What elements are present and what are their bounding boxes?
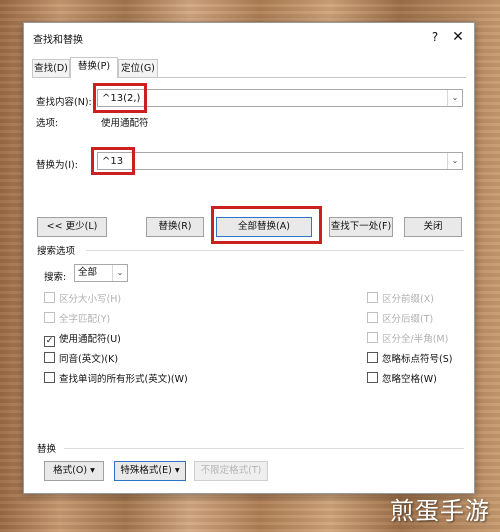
title-bar: 查找和替换 ? ✕ <box>24 23 474 51</box>
tab-find[interactable]: 查找(D) <box>32 59 70 77</box>
watermark-logo: 煎蛋手游 <box>390 497 490 525</box>
replace-dropdown-icon[interactable]: ⌄ <box>447 153 462 169</box>
search-options-title: 搜索选项 <box>37 246 76 257</box>
options-label: 选项: <box>36 118 59 129</box>
checkbox-box[interactable] <box>367 332 378 343</box>
checkbox-box[interactable] <box>44 312 55 323</box>
checkbox-box[interactable] <box>367 292 378 303</box>
checkbox-whole-word[interactable]: 全字匹配(Y) <box>44 311 110 325</box>
checkbox-box[interactable] <box>367 352 378 363</box>
search-direction-select[interactable]: 全部 ⌄ <box>74 264 128 282</box>
search-direction-value: 全部 <box>78 267 98 278</box>
checkbox-match-prefix[interactable]: 区分前缀(X) <box>367 291 434 305</box>
dialog-title: 查找和替换 <box>33 35 83 46</box>
checkbox-label: 全字匹配(Y) <box>59 314 111 325</box>
checkbox-box[interactable] <box>44 372 55 383</box>
checkbox-box[interactable] <box>44 292 55 303</box>
checkbox-box[interactable] <box>367 312 378 323</box>
find-input-value: ^13(2,) <box>102 93 141 104</box>
checkbox-match-width[interactable]: 区分全/半角(M) <box>367 331 448 345</box>
checkbox-label: 忽略标点符号(S) <box>382 354 453 365</box>
checkbox-label: 区分大小写(H) <box>59 294 122 305</box>
checkbox-match-case[interactable]: 区分大小写(H) <box>44 291 121 305</box>
tab-replace[interactable]: 替换(P) <box>70 57 118 78</box>
find-label: 查找内容(N): <box>36 97 92 108</box>
checkmark-icon[interactable]: ✓ <box>44 336 55 347</box>
find-input[interactable]: ^13(2,) ⌄ <box>97 89 463 107</box>
checkbox-label: 同音(英文)(K) <box>59 354 119 365</box>
checkbox-wildcards[interactable]: ✓ 使用通配符(U) <box>44 331 121 347</box>
replace-label: 替换为(I): <box>36 160 78 171</box>
replace-section-divider <box>64 448 464 449</box>
checkbox-label: 区分后缀(T) <box>382 314 434 325</box>
tab-goto[interactable]: 定位(G) <box>118 59 158 77</box>
find-replace-dialog: 查找和替换 ? ✕ 查找(D) 替换(P) 定位(G) 查找内容(N): ^13… <box>23 22 475 494</box>
checkbox-all-word-forms[interactable]: 查找单词的所有形式(英文)(W) <box>44 371 188 385</box>
checkbox-match-suffix[interactable]: 区分后缀(T) <box>367 311 433 325</box>
find-next-button[interactable]: 查找下一处(F) <box>329 217 393 237</box>
search-options-divider <box>86 250 464 251</box>
checkbox-box[interactable] <box>44 352 55 363</box>
replace-all-button[interactable]: 全部替换(A) <box>216 217 312 237</box>
replace-section-title: 替换 <box>37 444 57 455</box>
replace-button[interactable]: 替换(R) <box>146 217 204 237</box>
checkbox-label: 忽略空格(W) <box>382 374 437 385</box>
format-button[interactable]: 格式(O) ▾ <box>44 461 104 481</box>
checkbox-label: 区分前缀(X) <box>382 294 434 305</box>
search-direction-label: 搜索: <box>44 272 67 283</box>
close-button[interactable]: 关闭 <box>404 217 462 237</box>
less-button[interactable]: << 更少(L) <box>37 217 107 237</box>
replace-input[interactable]: ^13 ⌄ <box>97 152 463 170</box>
close-window-button[interactable]: ✕ <box>449 28 467 46</box>
search-direction-chevron-icon: ⌄ <box>112 265 127 281</box>
options-value: 使用通配符 <box>101 118 149 129</box>
checkbox-box[interactable] <box>367 372 378 383</box>
help-button[interactable]: ? <box>426 28 444 46</box>
checkbox-label: 查找单词的所有形式(英文)(W) <box>59 374 188 385</box>
replace-input-value: ^13 <box>102 156 124 167</box>
checkbox-sounds-like[interactable]: 同音(英文)(K) <box>44 351 118 365</box>
checkbox-ignore-whitespace[interactable]: 忽略空格(W) <box>367 371 437 385</box>
special-format-button[interactable]: 特殊格式(E) ▾ <box>114 461 186 481</box>
checkbox-label: 区分全/半角(M) <box>382 334 449 345</box>
no-format-button[interactable]: 不限定格式(T) <box>194 461 268 481</box>
find-dropdown-icon[interactable]: ⌄ <box>447 90 462 106</box>
checkbox-ignore-punctuation[interactable]: 忽略标点符号(S) <box>367 351 452 365</box>
checkbox-label: 使用通配符(U) <box>59 334 121 345</box>
